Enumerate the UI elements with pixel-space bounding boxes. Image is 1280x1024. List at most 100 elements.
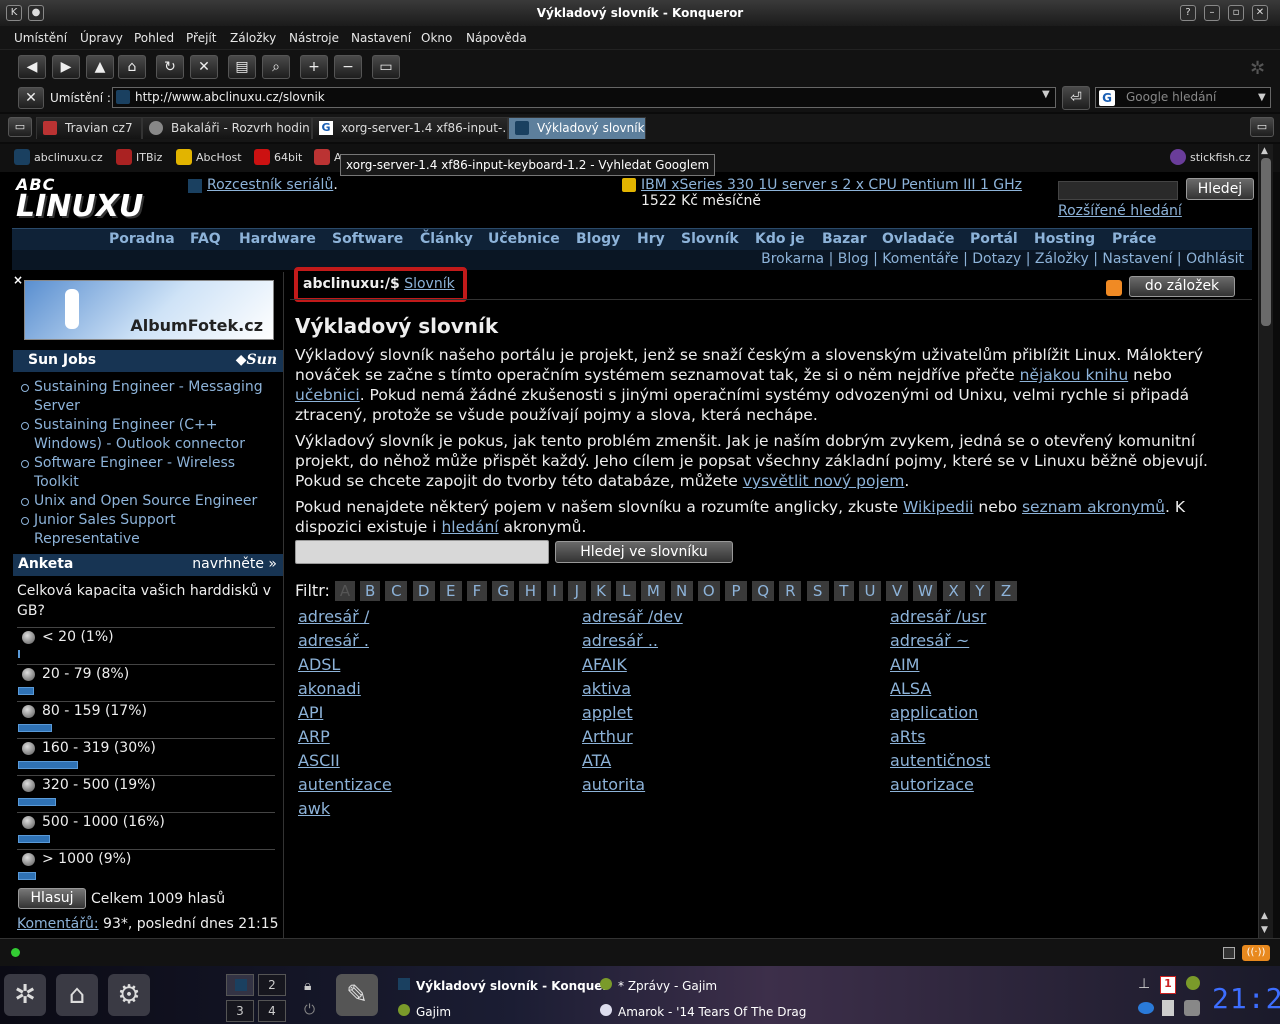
filter-letter-w[interactable]: W	[913, 581, 938, 601]
nav-slovnik[interactable]: Slovník	[681, 231, 739, 247]
filter-letter-o[interactable]: O	[697, 581, 720, 601]
back-icon[interactable]: ◀	[18, 55, 46, 79]
lock-icon[interactable]: 🔒︎	[304, 978, 311, 994]
menu-upravy[interactable]: Úpravy	[80, 31, 123, 45]
filter-letter-h[interactable]: H	[519, 581, 542, 601]
rss-feed-icon[interactable]: ((·))	[1242, 945, 1270, 961]
nav-ucebnice[interactable]: Učebnice	[488, 231, 560, 247]
nav-poradna[interactable]: Poradna	[109, 231, 175, 247]
acronyms-link[interactable]: seznam akronymů	[1022, 498, 1165, 516]
poll-suggest-link[interactable]: navrhněte »	[192, 554, 277, 575]
filter-letter-i[interactable]: I	[546, 581, 563, 601]
home-icon[interactable]: ⌂	[118, 55, 146, 79]
window-menu-icon[interactable]: ●	[28, 5, 44, 21]
help-icon[interactable]: ?	[1180, 5, 1196, 21]
list-item[interactable]: Junior Sales Support Representative	[20, 511, 280, 549]
nav-faq[interactable]: FAQ	[190, 231, 221, 247]
printer-tray-icon[interactable]	[1184, 1000, 1200, 1016]
poll-option[interactable]: 20 - 79 (8%)	[17, 664, 275, 701]
zoom-in-icon[interactable]: +	[300, 55, 328, 79]
textbook-link[interactable]: učebnici	[295, 386, 360, 404]
poll-option[interactable]: 320 - 500 (19%)	[17, 775, 275, 812]
desktop-3[interactable]: 3	[226, 1000, 254, 1022]
term-link[interactable]: awk	[298, 799, 330, 818]
zoom-out-icon[interactable]: −	[334, 55, 362, 79]
term-link[interactable]: ADSL	[298, 655, 340, 674]
bookmark-abclinuxu[interactable]: abclinuxu.cz	[14, 149, 103, 165]
filter-letter-t[interactable]: T	[833, 581, 854, 601]
clock[interactable]: 21:29	[1212, 982, 1280, 1015]
reload-icon[interactable]: ↻	[156, 55, 184, 79]
nav-hosting[interactable]: Hosting	[1034, 231, 1095, 247]
rss-icon[interactable]	[1106, 280, 1122, 296]
bookmark-abchost[interactable]: AbcHost	[176, 149, 242, 165]
term-link[interactable]: aRts	[890, 727, 926, 746]
desktop-2[interactable]: 2	[258, 974, 286, 996]
menu-nastroje[interactable]: Nástroje	[289, 31, 339, 45]
nav-blogy[interactable]: Blogy	[576, 231, 620, 247]
forward-icon[interactable]: ▶	[52, 55, 80, 79]
settings-gear-icon[interactable]: ⚙	[108, 974, 150, 1016]
albumfotek-banner[interactable]: AlbumFotek.cz	[24, 280, 274, 340]
menu-nastaveni[interactable]: Nastavení	[351, 31, 411, 45]
term-link[interactable]: autentizace	[298, 775, 392, 794]
filter-letter-g[interactable]: G	[492, 581, 515, 601]
nav-software[interactable]: Software	[332, 231, 403, 247]
term-link[interactable]: adresář ..	[582, 631, 658, 650]
nav-clanky[interactable]: Články	[420, 231, 473, 247]
gajim-tray-icon[interactable]	[1186, 976, 1200, 990]
nav-bazar[interactable]: Bazar	[822, 231, 867, 247]
tab-slovnik[interactable]: Výkladový slovník	[508, 117, 646, 139]
dictionary-search-input[interactable]	[295, 540, 549, 564]
minimize-icon[interactable]: –	[1204, 5, 1220, 21]
poll-option[interactable]: < 20 (1%)	[17, 627, 275, 664]
tab-travian[interactable]: Travian cz7	[36, 117, 142, 139]
calendar-icon[interactable]: 1	[1160, 976, 1176, 994]
fullscreen-icon[interactable]: ▭	[372, 55, 400, 79]
term-link[interactable]: AIM	[890, 655, 919, 674]
menu-zalozky[interactable]: Záložky	[230, 31, 276, 45]
user-navigation[interactable]: Brokarna | Blog | Komentáře | Dotazy | Z…	[12, 250, 1252, 270]
print-icon[interactable]: ▤	[228, 55, 256, 79]
poll-option[interactable]: 500 - 1000 (16%)	[17, 812, 275, 849]
find-icon[interactable]: ⌕	[262, 55, 290, 79]
ibm-ad-link[interactable]: IBM xSeries 330 1U server s 2 x CPU Pent…	[641, 177, 1022, 193]
scroll-up-icon[interactable]: ▲	[1261, 146, 1268, 156]
clear-location-icon[interactable]: ✕	[18, 87, 44, 109]
breadcrumb-root[interactable]: abclinuxu:/$	[303, 276, 400, 292]
filter-letter-d[interactable]: D	[412, 581, 435, 601]
clipboard-icon[interactable]	[1162, 1000, 1174, 1016]
acronym-search-link[interactable]: hledání	[441, 518, 498, 536]
radio-button-icon[interactable]	[22, 816, 35, 829]
nav-portal[interactable]: Portál	[970, 231, 1018, 247]
radio-button-icon[interactable]	[22, 705, 35, 718]
filter-letter-e[interactable]: E	[439, 581, 462, 601]
tab-xorg-google[interactable]: G xorg-server-1.4 xf86-input-...	[312, 117, 508, 139]
desktop-4[interactable]: 4	[258, 1000, 286, 1022]
logout-icon[interactable]: ⏻	[304, 1002, 315, 1018]
filter-letter-j[interactable]: J	[567, 581, 586, 601]
poll-option[interactable]: 80 - 159 (17%)	[17, 701, 275, 738]
term-link[interactable]: adresář ~	[890, 631, 969, 650]
radio-button-icon[interactable]	[22, 779, 35, 792]
term-link[interactable]: autorizace	[890, 775, 974, 794]
term-link[interactable]: application	[890, 703, 978, 722]
nav-hry[interactable]: Hry	[637, 231, 665, 247]
list-item[interactable]: Sustaining Engineer - Messaging Server	[20, 378, 280, 416]
comments-link[interactable]: Komentářů:	[17, 916, 99, 932]
filter-letter-y[interactable]: Y	[969, 581, 990, 601]
term-link[interactable]: adresář /usr	[890, 607, 986, 626]
filter-letter-m[interactable]: M	[641, 581, 666, 601]
bookmark-stickfish[interactable]: stickfish.cz	[1170, 149, 1250, 165]
nav-hardware[interactable]: Hardware	[239, 231, 316, 247]
filter-letter-u[interactable]: U	[859, 581, 881, 601]
menu-pohled[interactable]: Pohled	[134, 31, 174, 45]
filter-letter-x[interactable]: X	[942, 581, 965, 601]
filter-letter-q[interactable]: Q	[752, 581, 775, 601]
term-link[interactable]: adresář /	[298, 607, 369, 626]
radio-button-icon[interactable]	[22, 742, 35, 755]
radio-button-icon[interactable]	[22, 668, 35, 681]
term-link[interactable]: AFAIK	[582, 655, 627, 674]
up-icon[interactable]: ▲	[86, 55, 114, 79]
maximize-icon[interactable]: ▫	[1228, 5, 1244, 21]
